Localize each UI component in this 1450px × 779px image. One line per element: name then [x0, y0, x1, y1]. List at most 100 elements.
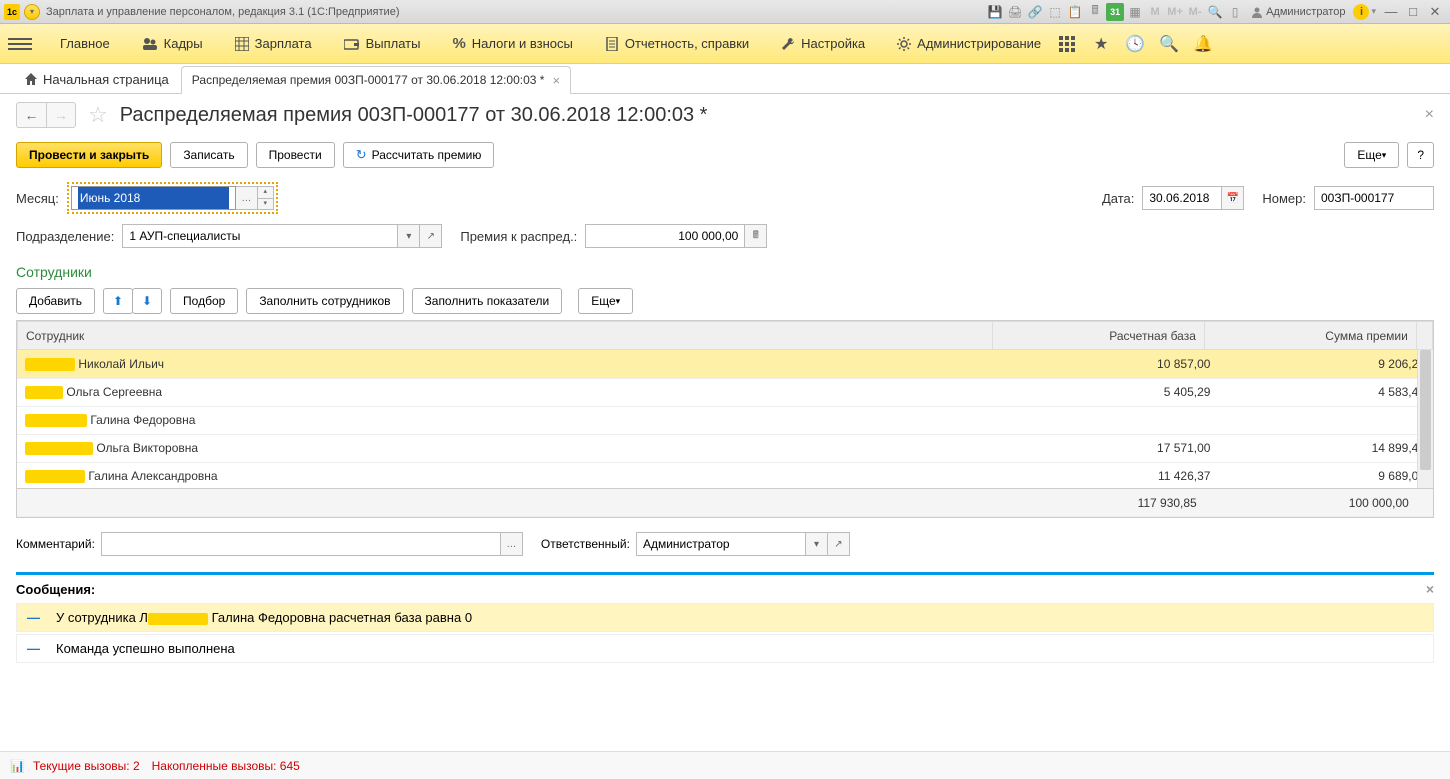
- calculate-bonus-button[interactable]: ↻Рассчитать премию: [343, 142, 495, 168]
- date-input[interactable]: [1142, 186, 1222, 210]
- table-row[interactable]: Галина Федоровна: [17, 406, 1433, 434]
- responsible-label: Ответственный:: [541, 537, 630, 551]
- scrollbar[interactable]: [1417, 350, 1433, 488]
- user-button[interactable]: Администратор: [1245, 6, 1351, 18]
- search-icon[interactable]: 🔍: [1159, 34, 1179, 54]
- dept-open-button[interactable]: ↗: [420, 224, 442, 248]
- date-picker-button[interactable]: 📅: [1222, 186, 1244, 210]
- gear-icon: [897, 37, 911, 51]
- month-input[interactable]: Июнь 2018: [71, 186, 236, 210]
- app-menu-dropdown[interactable]: ▾: [24, 4, 40, 20]
- message-item[interactable]: —У сотрудника Л Галина Федоровна расчетн…: [16, 603, 1434, 632]
- calendar-icon[interactable]: 31: [1106, 3, 1124, 21]
- more-button[interactable]: Еще: [1344, 142, 1399, 168]
- status-current: Текущие вызовы: 2: [33, 759, 140, 773]
- menu-reports[interactable]: Отчетность, справки: [589, 24, 765, 64]
- month-label: Месяц:: [16, 191, 59, 206]
- table-row[interactable]: Ольга Сергеевна5 405,294 583,44: [17, 378, 1433, 406]
- message-item[interactable]: —Команда успешно выполнена: [16, 634, 1434, 663]
- close-tab-icon[interactable]: ×: [552, 73, 560, 88]
- notifications-icon[interactable]: 🔔: [1193, 34, 1213, 54]
- dept-label: Подразделение:: [16, 229, 114, 244]
- menu-admin[interactable]: Администрирование: [881, 24, 1057, 64]
- add-row-button[interactable]: Добавить: [16, 288, 95, 314]
- fill-employees-button[interactable]: Заполнить сотрудников: [246, 288, 403, 314]
- main-menu: Главное Кадры Зарплата Выплаты %Налоги и…: [0, 24, 1450, 64]
- compare-icon[interactable]: ⬚: [1046, 3, 1064, 21]
- amount-input[interactable]: [585, 224, 745, 248]
- zoom-icon[interactable]: 🔍: [1206, 3, 1224, 21]
- comment-ellipsis-button[interactable]: …: [501, 532, 523, 556]
- col-bonus[interactable]: Сумма премии: [1204, 322, 1416, 350]
- amount-label: Премия к распред.:: [460, 229, 577, 244]
- month-up-button[interactable]: ▴: [258, 186, 274, 198]
- status-accumulated: Накопленные вызовы: 645: [152, 759, 300, 773]
- m-button[interactable]: M: [1146, 3, 1164, 21]
- table-row[interactable]: Ольга Викторовна17 571,0014 899,41: [17, 434, 1433, 462]
- dept-input[interactable]: [122, 224, 398, 248]
- forward-button[interactable]: →: [46, 102, 76, 128]
- info-button[interactable]: i: [1353, 4, 1369, 20]
- help-button[interactable]: ?: [1407, 142, 1434, 168]
- home-tab[interactable]: Начальная страница: [12, 65, 181, 93]
- document-tab[interactable]: Распределяемая премия 00ЗП-000177 от 30.…: [181, 66, 571, 94]
- menu-payments[interactable]: Выплаты: [328, 24, 437, 64]
- maximize-button[interactable]: □: [1402, 3, 1424, 21]
- favorites-icon[interactable]: ★: [1091, 34, 1111, 54]
- history-icon[interactable]: 🕓: [1125, 34, 1145, 54]
- page-content: ← → ☆ Распределяемая премия 00ЗП-000177 …: [0, 94, 1450, 751]
- pick-button[interactable]: Подбор: [170, 288, 238, 314]
- close-page-button[interactable]: ×: [1425, 106, 1434, 124]
- employees-table: Сотрудник Расчетная база Сумма премии Ни…: [16, 320, 1434, 518]
- responsible-input[interactable]: [636, 532, 806, 556]
- table-header-row: Сотрудник Расчетная база Сумма премии: [18, 322, 1433, 350]
- panel-icon[interactable]: ▯: [1226, 3, 1244, 21]
- table-row[interactable]: Галина Александровна11 426,379 689,04: [17, 462, 1433, 488]
- dept-dropdown-button[interactable]: ▾: [398, 224, 420, 248]
- print-icon[interactable]: 🖨: [1006, 3, 1024, 21]
- window-title: Зарплата и управление персоналом, редакц…: [46, 6, 399, 18]
- burger-menu-button[interactable]: [8, 32, 32, 56]
- minimize-button[interactable]: —: [1380, 3, 1402, 21]
- document-tab-label: Распределяемая премия 00ЗП-000177 от 30.…: [192, 73, 545, 87]
- link-icon[interactable]: 🔗: [1026, 3, 1044, 21]
- menu-taxes[interactable]: %Налоги и взносы: [436, 24, 588, 64]
- menu-main[interactable]: Главное: [44, 24, 126, 64]
- apps-icon[interactable]: [1057, 34, 1077, 54]
- menu-settings[interactable]: Настройка: [765, 24, 881, 64]
- menu-hr[interactable]: Кадры: [126, 24, 219, 64]
- status-bar: 📊 Текущие вызовы: 2 Накопленные вызовы: …: [0, 751, 1450, 779]
- write-button[interactable]: Записать: [170, 142, 247, 168]
- col-base[interactable]: Расчетная база: [992, 322, 1204, 350]
- percent-icon: %: [452, 35, 465, 52]
- month-ellipsis-button[interactable]: …: [236, 186, 258, 210]
- col-employee[interactable]: Сотрудник: [18, 322, 993, 350]
- close-messages-button[interactable]: ×: [1426, 581, 1434, 597]
- close-window-button[interactable]: ✕: [1424, 3, 1446, 21]
- schedule-icon[interactable]: ▦: [1126, 3, 1144, 21]
- number-label: Номер:: [1262, 191, 1306, 206]
- responsible-open-button[interactable]: ↗: [828, 532, 850, 556]
- post-and-close-button[interactable]: Провести и закрыть: [16, 142, 162, 168]
- month-down-button[interactable]: ▾: [258, 198, 274, 211]
- comment-label: Комментарий:: [16, 537, 95, 551]
- favorite-star-icon[interactable]: ☆: [88, 102, 108, 128]
- back-button[interactable]: ←: [16, 102, 46, 128]
- number-input[interactable]: [1314, 186, 1434, 210]
- move-down-button[interactable]: ⬇: [132, 288, 162, 314]
- save-icon[interactable]: 💾: [986, 3, 1004, 21]
- clipboard-icon[interactable]: 📋: [1066, 3, 1084, 21]
- fill-indicators-button[interactable]: Заполнить показатели: [412, 288, 563, 314]
- m-plus-button[interactable]: M+: [1166, 3, 1184, 21]
- comment-input[interactable]: [101, 532, 501, 556]
- table-row[interactable]: Николай Ильич10 857,009 206,24: [17, 350, 1433, 378]
- move-up-button[interactable]: ⬆: [103, 288, 133, 314]
- table-more-button[interactable]: Еще: [578, 288, 633, 314]
- info-dropdown-icon[interactable]: ▾: [1371, 6, 1376, 17]
- post-button[interactable]: Провести: [256, 142, 335, 168]
- amount-calc-button[interactable]: 🖩: [745, 224, 767, 248]
- m-minus-button[interactable]: M-: [1186, 3, 1204, 21]
- responsible-dropdown-button[interactable]: ▾: [806, 532, 828, 556]
- calculator-icon[interactable]: 🖩: [1086, 3, 1104, 21]
- menu-salary[interactable]: Зарплата: [219, 24, 328, 64]
